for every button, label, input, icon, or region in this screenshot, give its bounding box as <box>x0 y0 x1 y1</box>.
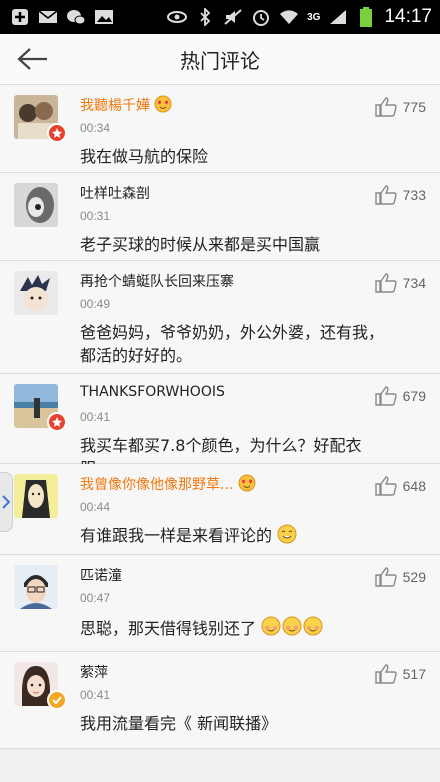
page-title: 热门评论 <box>180 48 260 73</box>
mute-icon <box>223 8 243 26</box>
verified-badge-icon <box>47 412 67 432</box>
back-button[interactable] <box>12 42 52 76</box>
heart-eyes-emoji-icon <box>238 474 256 492</box>
thumbs-up-icon <box>374 476 397 496</box>
username[interactable]: 我曾像你像他像那野草... <box>80 474 256 494</box>
comment-text: 思聪，那天借得钱别还了 <box>80 615 390 640</box>
thumbs-up-icon <box>374 273 397 293</box>
comment-time: 00:41 <box>80 410 111 424</box>
like-button[interactable]: 648 <box>374 476 426 496</box>
network-type: 3G <box>307 11 321 23</box>
status-bar: 3G 14:17 <box>0 0 440 34</box>
comment-time: 00:49 <box>80 297 111 311</box>
username[interactable]: THANKSFORWHOOIS <box>80 384 225 400</box>
comment-item[interactable]: THANKSFORWHOOIS 00:41 我买车都买7.8个颜色，为什么？好配… <box>0 374 440 478</box>
username[interactable]: 萦萍 <box>80 662 108 682</box>
wechat-icon <box>66 8 86 26</box>
avatar[interactable] <box>14 565 58 609</box>
comment-time: 00:31 <box>80 209 111 223</box>
comment-list: 我聽楊千嬅 00:34 我在做马航的保险 775 吐样吐森剖 00:31 老子买… <box>0 85 440 749</box>
like-button[interactable]: 679 <box>374 386 426 406</box>
like-button[interactable]: 734 <box>374 273 426 293</box>
eye-icon <box>167 8 188 26</box>
wifi-icon <box>279 8 299 26</box>
mail-icon <box>38 8 58 26</box>
shy-emoji-icons <box>261 616 323 636</box>
comment-item[interactable]: 我曾像你像他像那野草... 00:44 有谁跟我一样是来看评论的 648 <box>0 464 440 555</box>
like-count: 733 <box>402 187 426 203</box>
like-count: 648 <box>402 478 426 494</box>
alarm-icon <box>251 8 271 26</box>
thumbs-up-icon <box>374 97 397 117</box>
clock: 14:17 <box>384 6 432 27</box>
drawer-handle[interactable] <box>0 472 13 532</box>
like-count: 529 <box>402 569 426 585</box>
like-count: 517 <box>402 666 426 682</box>
comment-item[interactable]: 匹诺潼 00:47 思聪，那天借得钱别还了 529 <box>0 555 440 652</box>
comment-text: 老子买球的时候从来都是买中国赢 <box>80 235 321 254</box>
like-button[interactable]: 775 <box>374 97 426 117</box>
verified-badge-icon <box>47 123 67 143</box>
grin-emoji-icon <box>277 524 297 544</box>
comment-time: 00:47 <box>80 591 111 605</box>
bluetooth-icon <box>195 8 215 26</box>
username[interactable]: 匹诺潼 <box>80 565 122 585</box>
comment-text: 有谁跟我一样是来看评论的 <box>80 524 390 547</box>
username[interactable]: 吐样吐森剖 <box>80 183 150 203</box>
comment-time: 00:44 <box>80 500 111 514</box>
avatar[interactable] <box>14 183 58 227</box>
avatar[interactable] <box>14 474 58 518</box>
verified-badge-icon <box>47 690 67 710</box>
back-arrow-icon <box>17 48 47 70</box>
comment-item[interactable]: 萦萍 00:41 我用流量看完《 新闻联播》 517 <box>0 652 440 749</box>
comment-time: 00:34 <box>80 121 111 135</box>
like-count: 775 <box>402 99 426 115</box>
thumbs-up-icon <box>374 386 397 406</box>
like-count: 679 <box>402 388 426 404</box>
add-icon <box>10 8 30 26</box>
thumbs-up-icon <box>374 567 397 587</box>
signal-icon <box>328 8 348 26</box>
title-bar: 热门评论 <box>0 34 440 85</box>
like-button[interactable]: 529 <box>374 567 426 587</box>
image-icon <box>94 8 114 26</box>
battery-icon <box>356 7 376 27</box>
username[interactable]: 再抢个蜻蜓队长回来压寨 <box>80 271 234 291</box>
comment-item[interactable]: 再抢个蜻蜓队长回来压寨 00:49 爸爸妈妈，爷爷奶奶，外公外婆，还有我，都活的… <box>0 261 440 374</box>
heart-eyes-emoji-icon <box>154 95 172 113</box>
thumbs-up-icon <box>374 664 397 684</box>
comment-text: 爸爸妈妈，爷爷奶奶，外公外婆，还有我，都活的好好的。 <box>80 323 385 365</box>
chevron-right-icon <box>2 495 10 509</box>
comment-text: 我用流量看完《 新闻联播》 <box>80 714 278 733</box>
avatar[interactable] <box>14 271 58 315</box>
username[interactable]: 我聽楊千嬅 <box>80 95 172 115</box>
comment-text: 我在做马航的保险 <box>80 147 209 166</box>
like-count: 734 <box>402 275 426 291</box>
like-button[interactable]: 733 <box>374 185 426 205</box>
thumbs-up-icon <box>374 185 397 205</box>
like-button[interactable]: 517 <box>374 664 426 684</box>
comment-item[interactable]: 我聽楊千嬅 00:34 我在做马航的保险 775 <box>0 85 440 173</box>
comment-time: 00:41 <box>80 688 111 702</box>
comment-item[interactable]: 吐样吐森剖 00:31 老子买球的时候从来都是买中国赢 733 <box>0 173 440 261</box>
